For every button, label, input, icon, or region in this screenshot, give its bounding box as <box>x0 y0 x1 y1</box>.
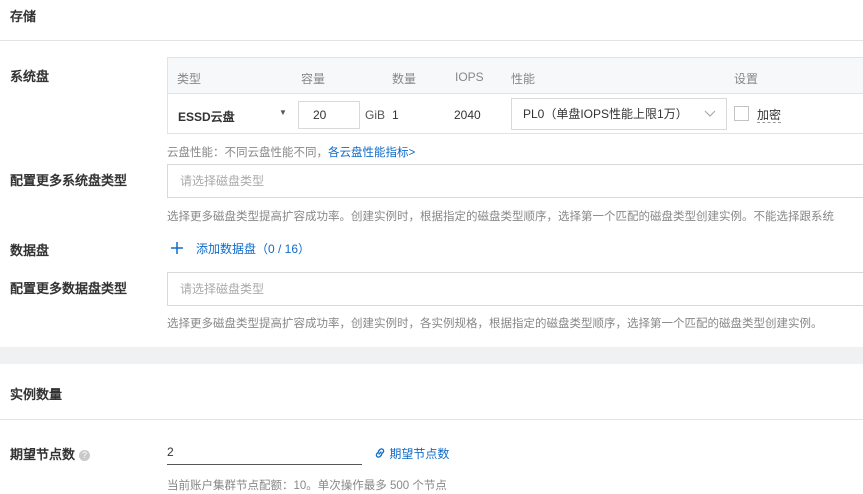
encrypt-checkbox[interactable] <box>734 106 749 121</box>
more-system-types-hint: 选择更多磁盘类型提高扩容成功率。创建实例时，根据指定的磁盘类型顺序，选择第一个匹… <box>167 211 834 223</box>
system-disk-header: 类型 容量 数量 IOPS 性能 设置 <box>168 58 863 94</box>
link-icon <box>375 448 385 458</box>
disk-iops: 2040 <box>454 108 481 122</box>
expected-nodes-input[interactable]: 2 <box>167 440 362 465</box>
storage-title: 存储 <box>10 9 37 24</box>
expected-nodes-label-wrap: 期望节点数? <box>10 444 91 463</box>
data-disk-label: 数据盘 <box>10 243 50 258</box>
expected-nodes-hint: 当前账户集群节点配额：10。单次操作最多 500 个节点 <box>167 480 447 492</box>
instance-count-title: 实例数量 <box>10 387 63 402</box>
instance-count-card: 实例数量 期望节点数? <box>0 364 863 494</box>
capacity-unit: GiB <box>365 108 386 122</box>
disk-performance-hint: 云盘性能：不同云盘性能不同，各云盘性能指标> <box>167 144 415 160</box>
storage-divider <box>0 40 863 41</box>
performance-value: PL0（单盘IOPS性能上限1万） <box>523 107 688 121</box>
more-data-types-label: 配置更多数据盘类型 <box>10 281 128 296</box>
more-system-types-label: 配置更多系统盘类型 <box>10 173 128 188</box>
system-disk-table: 类型 容量 数量 IOPS 性能 设置 ESSD云盘 ▼ 20 GiB 1 20… <box>167 57 863 134</box>
expected-nodes-label: 期望节点数 <box>10 447 76 462</box>
plus-icon <box>171 242 183 254</box>
encrypt-label[interactable]: 加密 <box>757 108 782 123</box>
more-system-types-select[interactable]: 请选择磁盘类型 <box>167 164 863 198</box>
caret-down-icon[interactable]: ▼ <box>279 108 287 117</box>
disk-performance-hint-text: 云盘性能：不同云盘性能不同， <box>167 147 328 159</box>
disk-performance-link[interactable]: 各云盘性能指标> <box>328 147 415 159</box>
expected-nodes-link[interactable]: 期望节点数 <box>374 445 449 462</box>
system-disk-label: 系统盘 <box>10 69 50 84</box>
add-data-disk-label: 添加数据盘（0 / 16） <box>196 242 311 256</box>
instance-count-divider <box>0 419 863 420</box>
chevron-down-icon <box>704 99 716 141</box>
more-data-types-hint: 选择更多磁盘类型提高扩容成功率，创建实例时，各实例规格，根据指定的磁盘类型顺序，… <box>167 318 823 330</box>
capacity-input[interactable]: 20 <box>298 101 360 129</box>
expected-nodes-link-label: 期望节点数 <box>389 447 450 461</box>
header-type: 类型 <box>177 72 202 86</box>
header-count: 数量 <box>392 72 417 86</box>
more-data-types-select[interactable]: 请选择磁盘类型 <box>167 272 863 306</box>
question-circle-icon[interactable]: ? <box>79 450 91 462</box>
storage-card: 存储 系统盘 类型 容量 数量 IOPS 性能 设置 ESSD云盘 ▼ 20 G… <box>0 0 863 347</box>
header-settings: 设置 <box>734 72 759 86</box>
header-performance: 性能 <box>511 72 536 86</box>
header-capacity: 容量 <box>301 72 326 86</box>
header-iops: IOPS <box>455 70 484 84</box>
disk-count: 1 <box>392 108 399 122</box>
disk-type-select[interactable]: ESSD云盘 <box>178 108 235 125</box>
performance-select[interactable]: PL0（单盘IOPS性能上限1万） <box>511 98 727 130</box>
